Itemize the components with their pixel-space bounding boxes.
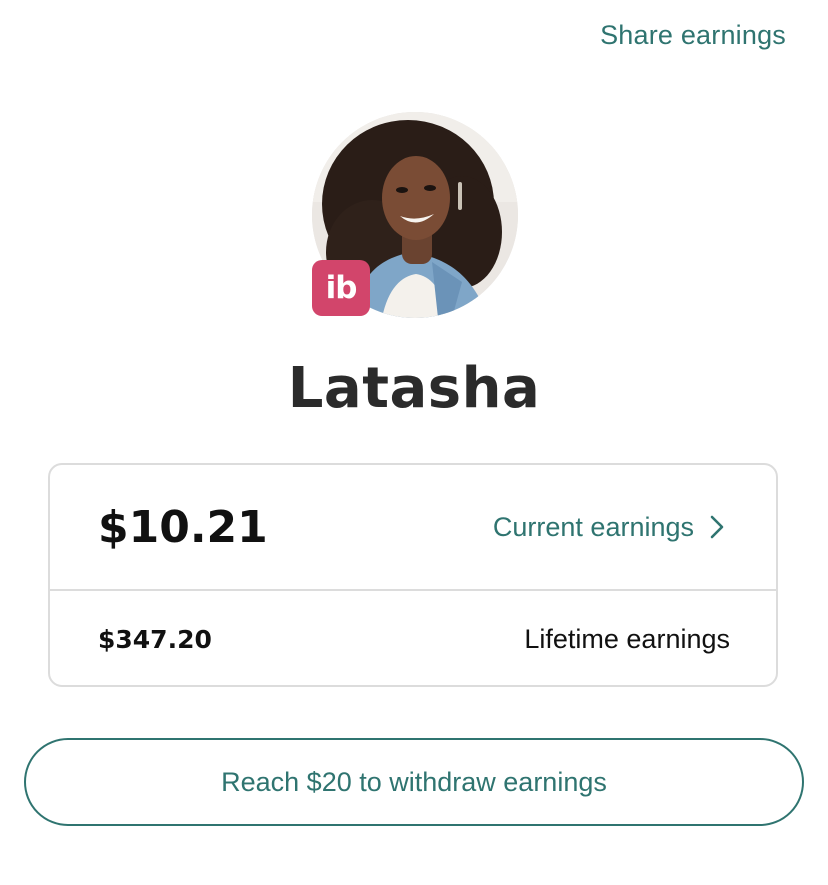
- current-earnings-label: Current earnings: [492, 511, 694, 542]
- current-earnings-amount: $10.21: [98, 501, 268, 553]
- current-earnings-row[interactable]: $10.21 Current earnings: [50, 465, 776, 591]
- lifetime-earnings-label: Lifetime earnings: [524, 623, 730, 654]
- lifetime-earnings-amount: $347.20: [98, 624, 212, 654]
- lifetime-earnings-row: $347.20 Lifetime earnings: [50, 591, 776, 685]
- ib-badge-icon: ib: [312, 260, 370, 316]
- withdraw-earnings-button[interactable]: Reach $20 to withdraw earnings: [24, 738, 804, 826]
- chevron-right-icon: [710, 515, 724, 539]
- share-earnings-link[interactable]: Share earnings: [600, 20, 786, 51]
- user-name: Latasha: [287, 356, 541, 421]
- current-earnings-link[interactable]: Current earnings: [493, 512, 724, 543]
- profile-avatar-group: ib: [312, 112, 518, 318]
- earnings-card: $10.21 Current earnings $347.20 Lifetime…: [48, 463, 778, 687]
